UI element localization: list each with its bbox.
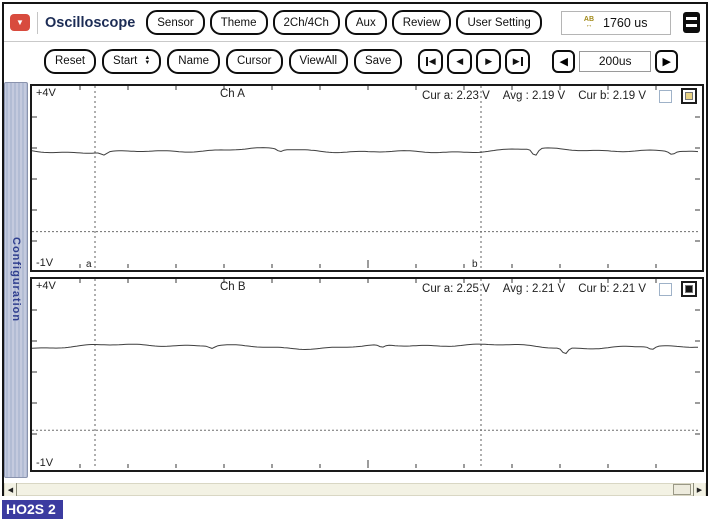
app-dropdown-icon[interactable]: ▼ — [10, 14, 30, 31]
channel-b-waveform-canvas[interactable] — [32, 279, 700, 468]
configuration-panel-handle[interactable]: Configuration — [4, 82, 28, 478]
status-label: HO2S 2 — [2, 500, 63, 519]
scroll-left-icon[interactable]: ◀ — [5, 483, 17, 496]
channel-a-name: Ch A — [220, 88, 245, 100]
channel-a-waveform-canvas[interactable] — [32, 86, 700, 268]
right-triangle-icon: ▶ — [662, 55, 670, 68]
aux-button[interactable]: Aux — [345, 10, 387, 35]
channel-a-checkbox-checked[interactable] — [681, 88, 697, 104]
cursor-a-label[interactable]: a — [86, 259, 92, 270]
app-title: Oscilloscope — [45, 15, 135, 31]
user-setting-button[interactable]: User Setting — [456, 10, 541, 35]
name-button[interactable]: Name — [167, 49, 220, 74]
delta-time-value: 1760 us — [603, 16, 647, 30]
ab-cursor-icon: AB ↔ — [584, 17, 594, 29]
timebase-decrease-button[interactable]: ◀ — [552, 50, 575, 73]
timebase-increase-button[interactable]: ▶ — [655, 50, 678, 73]
channel-b-checkbox-unchecked[interactable] — [659, 283, 672, 296]
channel-a-checkbox-unchecked[interactable] — [659, 90, 672, 103]
reset-button[interactable]: Reset — [44, 49, 96, 74]
channel-b-name: Ch B — [220, 281, 246, 293]
left-triangle-icon: ◀ — [559, 55, 567, 68]
left-triangle-icon: ◀ — [456, 56, 463, 67]
spinner-arrows-icon: ▲▼ — [144, 56, 150, 66]
right-triangle-icon: ▶ — [513, 56, 520, 67]
channel-b-measurements: Cur a: 2.25 V Avg : 2.21 V Cur b: 2.21 V — [422, 281, 697, 297]
channel-b-cursor-b-value: Cur b: 2.21 V — [578, 283, 646, 295]
bar-icon — [521, 57, 523, 66]
review-button[interactable]: Review — [392, 10, 452, 35]
down-arrow-icon: ▼ — [16, 19, 24, 27]
channel-b-bottom-scale: -1V — [36, 457, 53, 469]
timebase-selector: ◀ 200us ▶ — [552, 50, 678, 73]
channel-a-plot[interactable]: +4V Ch A Cur a: 2.23 V Avg : 2.19 V Cur … — [30, 84, 704, 272]
channel-b-plot[interactable]: +4V Ch B Cur a: 2.25 V Avg : 2.21 V Cur … — [30, 277, 704, 472]
timebase-value: 200us — [579, 51, 651, 72]
main-toolbar: ▼ Oscilloscope Sensor Theme 2Ch/4Ch Aux … — [4, 4, 706, 42]
channel-a-top-scale: +4V — [36, 87, 56, 99]
transport-controls: ◀ ◀ ▶ ▶ — [418, 49, 530, 74]
oscilloscope-window: ▼ Oscilloscope Sensor Theme 2Ch/4Ch Aux … — [2, 2, 708, 496]
right-triangle-icon: ▶ — [485, 56, 492, 67]
theme-button[interactable]: Theme — [210, 10, 268, 35]
cursor-button[interactable]: Cursor — [226, 49, 283, 74]
cursor-delta-time-display: AB ↔ 1760 us — [561, 11, 671, 35]
save-button[interactable]: Save — [354, 49, 402, 74]
channel-a-cursor-b-value: Cur b: 2.19 V — [578, 90, 646, 102]
sensor-button[interactable]: Sensor — [146, 10, 204, 35]
channel-a-avg-value: Avg : 2.19 V — [503, 90, 565, 102]
channel-a-color-swatch — [685, 92, 693, 100]
scrollbar-thumb[interactable] — [673, 484, 691, 495]
step-back-button[interactable]: ◀ — [447, 49, 472, 74]
configuration-label: Configuration — [10, 237, 22, 322]
bar-icon — [426, 57, 428, 66]
start-select-button[interactable]: Start ▲▼ — [102, 49, 161, 74]
toolbar-divider — [37, 12, 38, 34]
screen: ▼ Oscilloscope Sensor Theme 2Ch/4Ch Aux … — [0, 0, 712, 521]
step-forward-button[interactable]: ▶ — [476, 49, 501, 74]
control-toolbar: Reset Start ▲▼ Name Cursor ViewAll Save … — [4, 42, 706, 80]
skip-to-start-button[interactable]: ◀ — [418, 49, 443, 74]
channel-b-avg-value: Avg : 2.21 V — [503, 283, 565, 295]
horizontal-scrollbar[interactable]: ◀ ▶ — [4, 483, 706, 496]
channel-b-cursor-a-value: Cur a: 2.25 V — [422, 283, 490, 295]
channel-a-cursor-a-value: Cur a: 2.23 V — [422, 90, 490, 102]
scroll-right-icon[interactable]: ▶ — [693, 483, 705, 496]
channel-b-checkbox-checked[interactable] — [681, 281, 697, 297]
cursor-b-label[interactable]: b — [472, 259, 478, 270]
channel-a-bottom-scale: -1V — [36, 257, 53, 269]
channel-mode-button[interactable]: 2Ch/4Ch — [273, 10, 340, 35]
viewall-button[interactable]: ViewAll — [289, 49, 349, 74]
left-triangle-icon: ◀ — [429, 56, 436, 67]
skip-to-end-button[interactable]: ▶ — [505, 49, 530, 74]
channel-a-measurements: Cur a: 2.23 V Avg : 2.19 V Cur b: 2.19 V — [422, 88, 697, 104]
channel-b-top-scale: +4V — [36, 280, 56, 292]
channel-b-color-swatch — [685, 285, 693, 293]
list-menu-icon[interactable] — [683, 12, 700, 33]
